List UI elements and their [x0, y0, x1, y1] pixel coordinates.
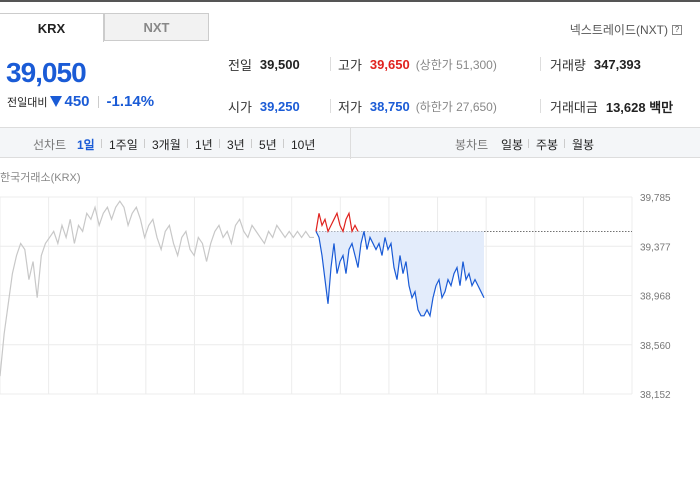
line-chart-label: 선차트: [33, 138, 67, 152]
nxt-link-label: 넥스트레이드(NXT): [569, 23, 668, 37]
candle-weekly[interactable]: 주봉: [536, 136, 558, 153]
period-sep: [101, 139, 102, 148]
period-3m[interactable]: 3개월: [152, 136, 181, 153]
change-percent: -1.14%: [106, 93, 155, 110]
period-1w[interactable]: 1주일: [109, 136, 138, 153]
period-bar: 선차트 1일 1주일 3개월 1년 3년 5년 10년 봉차트 일봉 주봉 월봉: [0, 127, 700, 159]
y-tick-label: 38,968: [640, 292, 671, 303]
y-tick-label: 38,152: [640, 390, 671, 400]
question-box-icon[interactable]: ?: [672, 24, 682, 35]
stat-volume-label: 거래량: [550, 58, 586, 73]
tab-krx[interactable]: KRX: [0, 13, 104, 42]
stat-amount-label: 거래대금: [550, 100, 598, 115]
stat-low-value: 38,750: [369, 99, 410, 114]
current-price: 39,050: [6, 57, 87, 88]
stat-divider: [330, 99, 331, 113]
candle-monthly[interactable]: 월봉: [572, 136, 594, 153]
chart-y-ticks: 39,785 39,377 38,968 38,560 38,152: [640, 193, 671, 400]
y-tick-label: 39,377: [640, 242, 671, 253]
stat-low-label: 저가: [338, 100, 362, 115]
stat-volume-value: 347,393: [593, 57, 641, 72]
period-sep: [251, 139, 252, 148]
stat-prev: 전일 39,500: [228, 55, 300, 74]
period-sep: [564, 139, 565, 148]
y-tick-label: 38,560: [640, 341, 671, 352]
chart-title: 한국거래소(KRX): [0, 172, 81, 184]
down-triangle-icon: [50, 96, 63, 107]
stat-divider: [540, 57, 541, 71]
series-today-up: [315, 211, 359, 234]
period-1y[interactable]: 1년: [195, 136, 213, 153]
change-label: 전일대비: [7, 96, 48, 109]
period-sep: [144, 139, 145, 148]
stat-volume: 거래량 347,393: [550, 55, 641, 74]
stat-open-label: 시가: [228, 100, 252, 115]
today-area: [316, 231, 484, 316]
candle-daily[interactable]: 일봉: [501, 136, 523, 153]
chart-area: [316, 231, 484, 316]
tab-nxt[interactable]: NXT: [104, 13, 209, 41]
period-5y[interactable]: 5년: [259, 136, 277, 153]
stat-high-value: 39,650: [369, 57, 410, 72]
top-border: [0, 0, 700, 2]
stat-divider: [330, 57, 331, 71]
stat-amount: 거래대금 13,628 백만: [550, 97, 673, 116]
chart-grid: [0, 196, 633, 395]
stat-high: 고가 39,650 (상한가 51,300): [338, 55, 497, 74]
stat-divider: [540, 99, 541, 113]
period-sep: [528, 139, 529, 148]
stat-prev-label: 전일: [228, 58, 252, 73]
period-sep: [219, 139, 220, 148]
stat-prev-value: 39,500: [259, 57, 300, 72]
stat-open: 시가 39,250: [228, 97, 300, 116]
nxt-link[interactable]: 넥스트레이드(NXT) ?: [570, 21, 682, 38]
period-divider: [350, 128, 351, 159]
stat-high-limit: (상한가 51,300): [415, 58, 497, 72]
period-10y[interactable]: 10년: [291, 136, 315, 153]
stat-high-label: 고가: [338, 58, 362, 73]
change-divider: [97, 95, 99, 108]
period-sep: [187, 139, 188, 148]
y-tick-label: 39,785: [640, 193, 671, 204]
stat-low: 저가 38,750 (하한가 27,650): [338, 97, 497, 116]
period-1d[interactable]: 1일: [77, 136, 95, 153]
stat-open-value: 39,250: [259, 99, 300, 114]
series-prev-day: [0, 200, 314, 377]
stat-low-limit: (하한가 27,650): [415, 100, 497, 114]
stat-amount-value: 13,628 백만: [605, 100, 674, 115]
candle-chart-label: 봉차트: [455, 138, 489, 152]
intraday-chart[interactable]: 39,785 39,377 38,968 38,560 38,152: [0, 185, 700, 400]
period-sep: [283, 139, 284, 148]
period-3y[interactable]: 3년: [227, 136, 245, 153]
price-change: 전일대비 450 -1.14%: [7, 93, 154, 110]
change-amount: 450: [64, 93, 90, 110]
